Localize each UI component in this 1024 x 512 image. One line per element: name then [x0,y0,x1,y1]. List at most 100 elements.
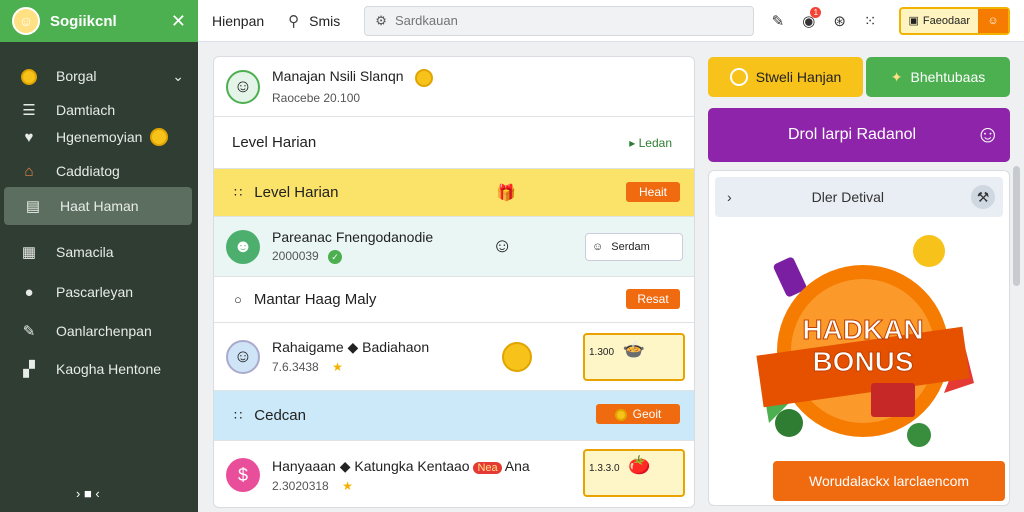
section-header: ○ Mantar Haag Maly Resat [214,277,694,323]
star-icon: ★ [332,360,343,374]
sidebar-item-samacila[interactable]: ▦ Samacila [0,233,198,271]
profile-name: Manajan Nsili Slanqn [272,68,404,85]
sidebar-item-label: Hgenemoyian [56,129,143,145]
daily-button-label: Stweli Hanjan [755,69,842,85]
smile-icon: ☺ [978,8,1008,33]
pen-icon[interactable]: ✎ [772,12,785,30]
sidebar-item-hgenemoyian[interactable]: ♥ Hgenemoyian [0,118,198,156]
wallet-icon: ▣ [908,15,919,27]
prize-card[interactable]: 1.3.3.0 🍅 [583,449,685,497]
bullet-icon: ○ [234,292,242,307]
section-header: ∷ Cedcan Geoit [214,391,694,441]
list-item[interactable]: ☻ Pareanac Fnengodanodie 2000039 ✓ ☺ ☺ Se… [214,217,694,277]
sidebar-header: ☺ Sogiikcnl ✕ [0,0,198,42]
sparkle-icon: ✦ [890,68,903,85]
heart-icon: ♥ [24,128,34,146]
notification-badge: 1 [810,6,822,18]
sidebar-item-label: Samacila [56,244,114,260]
search-field[interactable]: ⚙ [364,5,754,36]
section-title: Cedcan [254,407,306,424]
sidebar-collapse-control[interactable]: › ■ ‹ [76,486,100,501]
chip-button[interactable]: ☺ Serdam [585,233,683,261]
item-name: Rahaigame [272,339,344,355]
gift-icon: 🎁 [496,184,516,202]
apps-grid-icon[interactable]: ⁙ [864,12,877,30]
avatar[interactable]: ☺ [12,7,40,35]
sidebar-item-label: Caddiatog [56,163,120,179]
chevron-down-icon[interactable]: ⌄ [172,68,184,85]
item-name: Pareanac Fnengodanodie [272,229,434,245]
settings-icon[interactable]: ⊛ [833,12,846,30]
sidebar-item-label: Pascarleyan [56,284,134,300]
panel-title: Dler Detival [811,189,885,205]
reward-button[interactable]: ✦ Bhehtubaas [866,57,1010,97]
notification-icon[interactable]: ◉ 1 [802,6,822,30]
character-icon: ☺ [975,121,1000,148]
sidebar-item-label: Oanlarchenpan [56,323,152,339]
sidebar-item-label: Damtiach [56,102,116,118]
house-icon: ⌂ [24,162,34,180]
bonus-line-2: BONUS [812,346,913,377]
pencil-icon: ✎ [22,323,36,340]
claim-bonus-button[interactable]: Worudalackx larclaencom [773,461,1005,501]
sidebar-item-label: Haat Haman [60,198,139,214]
section-button[interactable]: Heait [626,182,680,202]
bonus-panel: › Dler Detival ⚒ HADKAN BONUS Worudalack… [708,170,1010,506]
list-item[interactable]: $ Hanyaaan ◆ Katungka Kentaao Nea Ana 2.… [214,441,694,507]
bonus-line-1: HADKAN [802,314,923,345]
item-extra-2: Ana [504,457,530,474]
section-header: ∷ Level Harian 🎁 Heait [214,169,694,217]
tools-icon[interactable]: ⚒ [971,185,995,209]
list-icon: ☰ [22,102,36,119]
level-link[interactable]: ▸ Ledan [629,136,672,150]
header-action-button[interactable]: ▣ Faeodaar ☺ [898,6,1010,35]
level-link-label: Ledan [638,135,672,150]
sidebar-item-kaogha-hentone[interactable]: ▞ Kaogha Hentone [0,350,198,388]
section-button[interactable]: Resat [626,289,680,309]
section-title: Level Harian [254,184,339,201]
arrow-icon: › [727,189,732,205]
item-extra: Katungka Kentaao [354,457,470,474]
coin-icon [150,128,169,146]
sidebar-item-borgal[interactable]: Borgal ⌄ [0,57,198,95]
grid-icon: ▞ [23,361,35,378]
panel-header: › Dler Detival ⚒ [715,177,1003,217]
avatar: ☻ [226,229,260,264]
item-sub: 2.3020318 [272,478,329,493]
filter-icon: ⚙ [375,12,387,28]
sidebar-item-oanlarchenpan[interactable]: ✎ Oanlarchenpan [0,312,198,350]
food-icon: 🍅 [628,455,651,475]
item-sub: 2000039 [272,249,319,263]
item-sub: 7.6.3438 [272,360,319,374]
coin-icon [18,67,40,85]
bonus-illustration: HADKAN BONUS [756,235,974,447]
scrollbar[interactable] [1013,166,1020,286]
search-input[interactable] [394,13,725,28]
close-icon[interactable]: ✕ [171,11,186,32]
sidebar-item-caddiatog[interactable]: ⌂ Caddiatog [0,152,198,190]
prize-card[interactable]: 1.300 🍲 [583,333,685,381]
profile-row[interactable]: ☺ Manajan Nsili Slanqn Raocebe 20.100 [214,57,694,117]
sidebar-item-haat-haman[interactable]: ▤ Haat Haman [4,187,192,225]
level-row[interactable]: Level Harian ▸ Ledan [214,117,694,169]
promo-banner[interactable]: Drol larpi Radanol ☺ [708,108,1010,162]
page-title: Hienpan [212,12,265,29]
reward-button-label: Bhehtubaas [910,69,986,85]
app-title: Sogiikcnl [50,12,117,30]
avatar-icon: ☺ [592,241,604,253]
sidebar-item-pascarleyan[interactable]: ● Pascarleyan [0,273,198,311]
character-icon: ☺ [492,235,513,257]
section-button-label: Geoit [632,407,662,421]
coin-icon [614,408,627,421]
topbar: Hienpan ⚲ Smis ⚙ ✎ ◉1 ⊛ ⁙ ▣ Faeodaar ☺ [198,0,1024,42]
profile-sub: Raocebe 20.100 [272,90,361,105]
document-icon: ▦ [21,244,37,261]
prize-value: 1.3.3.0 [589,463,620,474]
person-icon: ● [24,283,34,301]
list-item[interactable]: ☺ Rahaigame ◆ Badiahaon 7.6.3438 ★ 1.300… [214,323,694,391]
main-panel: ☺ Manajan Nsili Slanqn Raocebe 20.100 Le… [213,56,695,508]
daily-button[interactable]: Stweli Hanjan [708,57,863,97]
search-icon[interactable]: ⚲ [288,12,299,30]
section-button[interactable]: Geoit [596,404,680,424]
item-name: Hanyaaan [272,457,336,474]
